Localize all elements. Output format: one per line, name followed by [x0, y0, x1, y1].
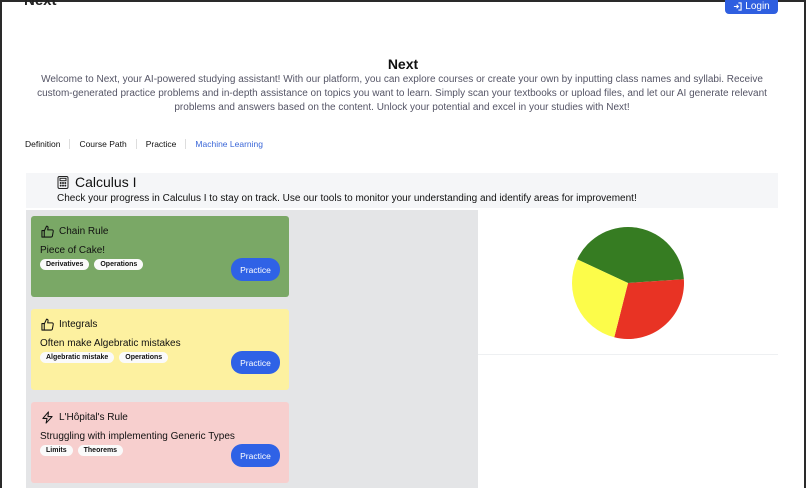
practice-button[interactable]: Practice — [231, 351, 280, 374]
topic-card-lhopitals-rule: L'Hôpital's Rule Struggling with impleme… — [31, 402, 289, 483]
calculator-icon — [57, 176, 69, 189]
login-label: Login — [745, 0, 770, 12]
topic-card-chain-rule: Chain Rule Piece of Cake! Derivatives Op… — [31, 216, 289, 297]
topic-title: Chain Rule — [59, 226, 109, 237]
tab-bar: Definition Course Path Practice Machine … — [25, 137, 272, 151]
brand-logo[interactable]: Next — [24, 0, 57, 9]
practice-button[interactable]: Practice — [231, 258, 280, 281]
thumbs-up-icon — [41, 318, 54, 331]
page-description: Welcome to Next, your AI-powered studyin… — [37, 74, 767, 113]
tag: Algebratic mistake — [40, 352, 115, 363]
topic-status: Often make Algebratic mistakes — [40, 338, 181, 349]
tag: Limits — [40, 445, 73, 456]
topic-title: L'Hôpital's Rule — [59, 412, 128, 423]
tag: Theorems — [77, 445, 124, 456]
page-title: Next — [387, 56, 419, 72]
topic-title: Integrals — [59, 319, 98, 330]
window-frame-top — [0, 0, 806, 2]
tag: Operations — [94, 259, 144, 270]
tag: Derivatives — [40, 259, 90, 270]
tab-machine-learning[interactable]: Machine Learning — [185, 139, 272, 149]
topic-tags: Derivatives Operations — [40, 259, 144, 270]
login-button[interactable]: Login — [725, 0, 778, 14]
login-icon — [734, 1, 742, 11]
course-title: Calculus I — [75, 174, 137, 190]
lightning-icon — [42, 411, 53, 424]
tab-practice[interactable]: Practice — [135, 139, 186, 149]
topic-tags: Limits Theorems — [40, 445, 124, 456]
topic-tags: Algebratic mistake Operations — [40, 352, 169, 363]
course-header: Calculus I Check your progress in Calcul… — [26, 173, 778, 208]
practice-button[interactable]: Practice — [231, 444, 280, 467]
topic-status: Struggling with implementing Generic Typ… — [40, 431, 235, 442]
window-frame-left — [0, 0, 2, 488]
tag: Operations — [119, 352, 169, 363]
tab-definition[interactable]: Definition — [25, 139, 69, 149]
progress-pie-chart — [572, 226, 684, 339]
course-subtitle: Check your progress in Calculus I to sta… — [57, 193, 637, 204]
tab-course-path[interactable]: Course Path — [69, 139, 135, 149]
topic-status: Piece of Cake! — [40, 245, 106, 256]
thumbs-up-icon — [41, 225, 54, 238]
topic-card-integrals: Integrals Often make Algebratic mistakes… — [31, 309, 289, 390]
